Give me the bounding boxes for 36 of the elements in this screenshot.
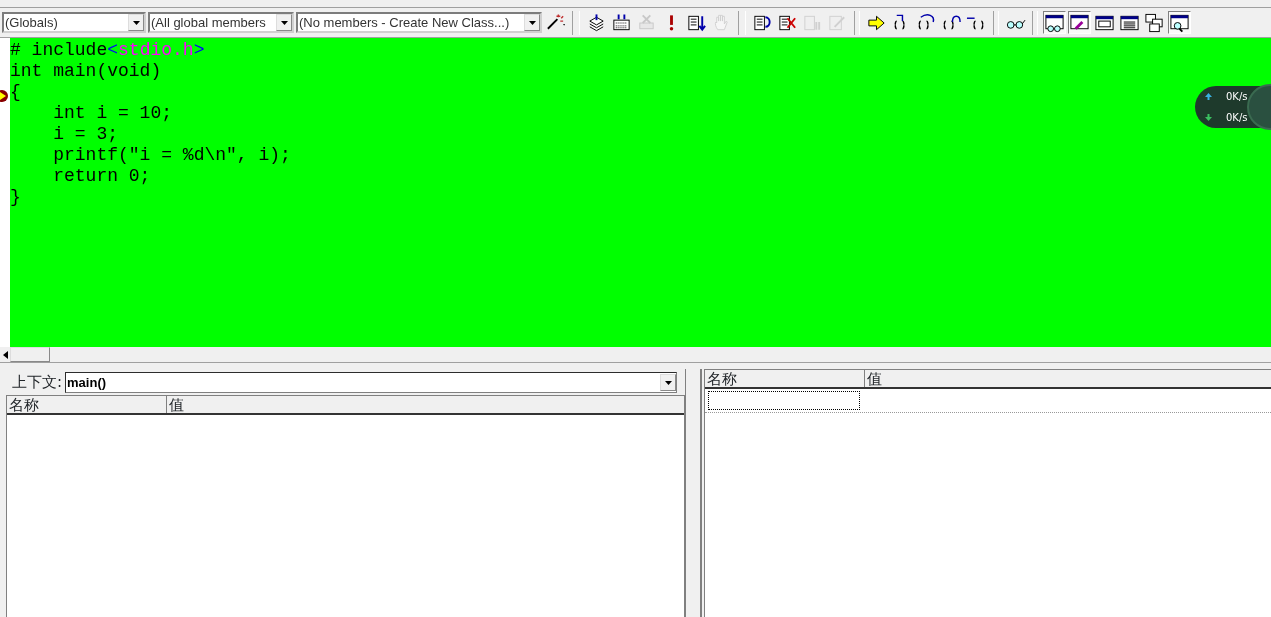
- toolbar-separator: [738, 10, 746, 35]
- context-label: 上下文:: [12, 372, 63, 394]
- dropdown-arrow-icon[interactable]: [280, 20, 288, 25]
- toolbar-separator: [993, 10, 999, 35]
- column-header[interactable]: 值: [167, 396, 684, 413]
- code-line: {: [10, 82, 22, 103]
- dropdown-arrow-icon[interactable]: [528, 20, 536, 25]
- column-header[interactable]: 名称: [7, 396, 167, 413]
- dropdown-arrow-icon[interactable]: [132, 20, 140, 25]
- dropdown-arrow-icon[interactable]: [664, 380, 672, 385]
- code-navigation-dropdown[interactable]: (All global members: [148, 12, 294, 33]
- code-line: int main(void): [10, 61, 163, 82]
- window-magnifier-icon[interactable]: [1168, 11, 1191, 34]
- column-header[interactable]: 名称: [705, 370, 865, 387]
- scrollbar-thumb[interactable]: [10, 347, 50, 362]
- code-line: int i = 10;: [52, 103, 174, 124]
- window-glasses-icon[interactable]: [1043, 11, 1066, 34]
- window-pencil-icon[interactable]: [1068, 11, 1091, 34]
- column-header[interactable]: 值: [865, 370, 1271, 387]
- code-navigation-dropdown[interactable]: (Globals): [2, 12, 146, 33]
- toolbar-separator: [1032, 10, 1038, 35]
- toolbar-separator: [572, 10, 580, 35]
- watch-name-field[interactable]: [708, 391, 860, 410]
- upload-speed: 0K/s: [1226, 90, 1248, 104]
- code-line: }: [10, 187, 22, 208]
- toolbar-separator: [854, 10, 860, 35]
- code-line: return 0;: [52, 166, 152, 187]
- download-arrow-icon: [1205, 114, 1212, 121]
- context-dropdown[interactable]: main(): [65, 372, 677, 393]
- upload-arrow-icon: [1205, 93, 1212, 100]
- stacked-windows-icon[interactable]: [1143, 11, 1166, 34]
- download-speed: 0K/s: [1226, 111, 1248, 125]
- code-navigation-dropdown[interactable]: (No members - Create New Class...): [296, 12, 542, 33]
- code-line: # include<stdio.h>: [10, 40, 206, 61]
- code-line: printf("i = %d\n", i);: [52, 145, 291, 166]
- code-line: i = 3;: [52, 124, 120, 145]
